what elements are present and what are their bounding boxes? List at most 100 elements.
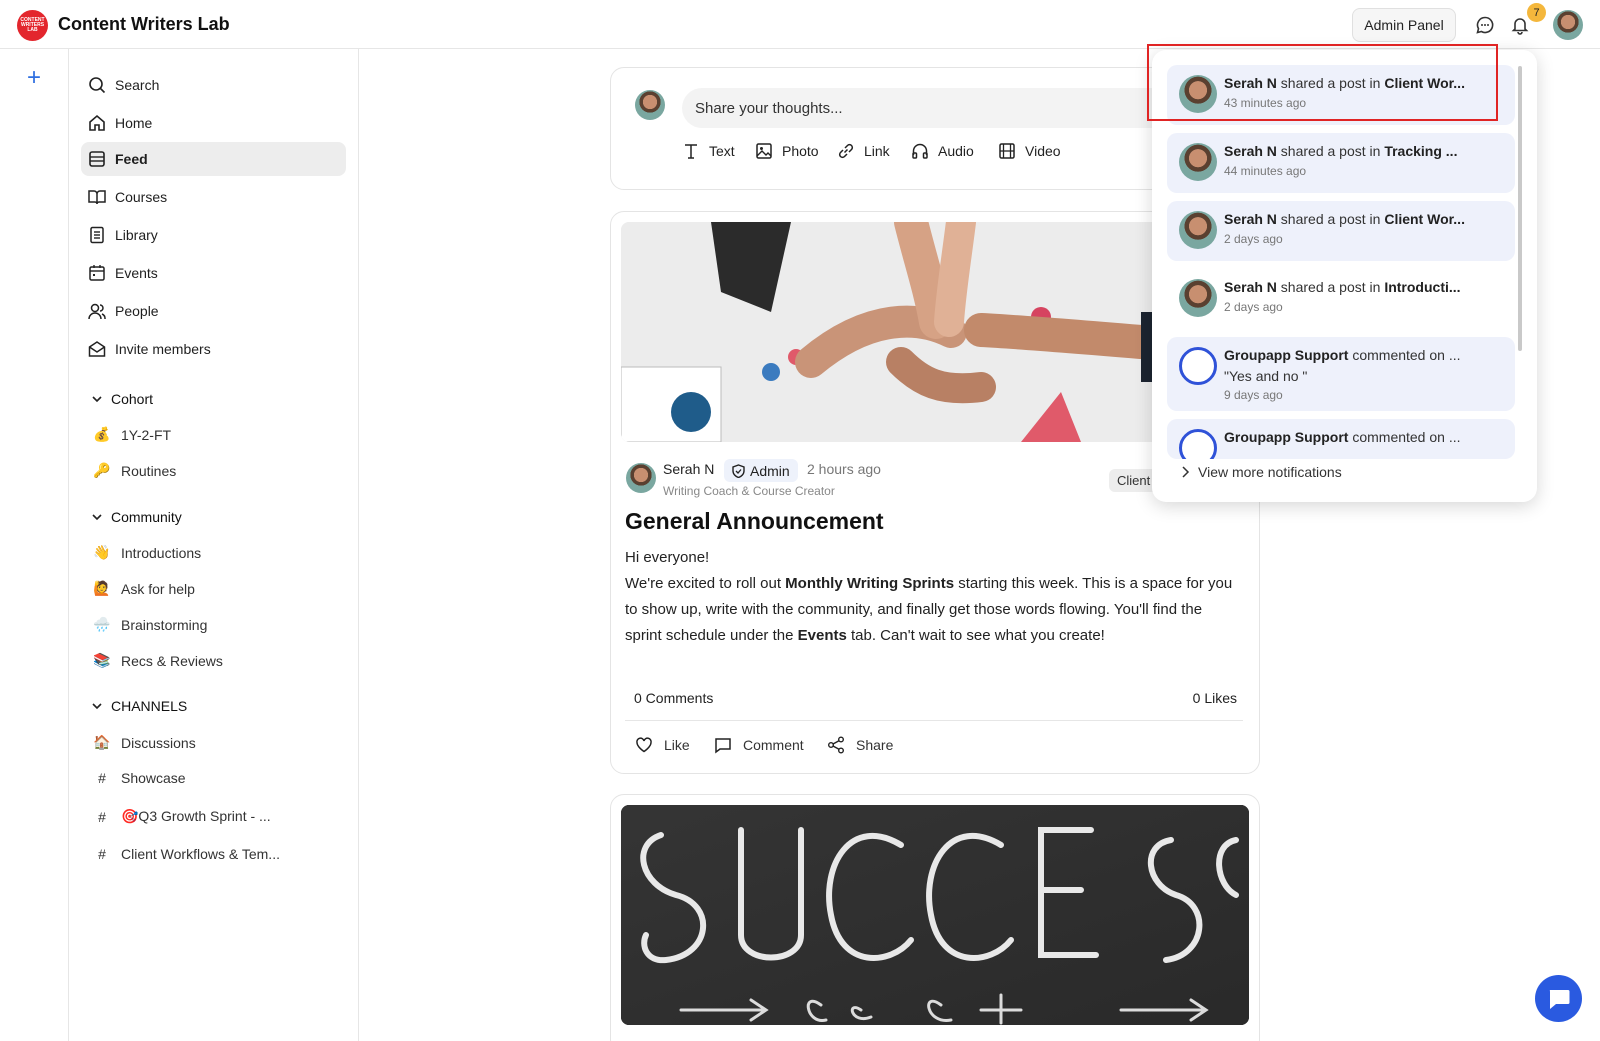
post-body-text: We're excited to roll out (625, 575, 786, 592)
notification-verb: commented on ... (1348, 347, 1461, 363)
comment-button[interactable]: Comment (714, 736, 804, 754)
raised-hand-icon: 🙋 (93, 580, 111, 596)
notification-actor: Groupapp Support (1224, 347, 1349, 363)
author-role: Writing Coach & Course Creator (663, 484, 835, 498)
notification-text: Serah N shared a post in Tracking ... (1224, 143, 1504, 159)
section-header-channels[interactable]: CHANNELS (91, 698, 187, 714)
comment-icon (715, 738, 731, 754)
envelope-icon (88, 341, 106, 357)
post-type-link[interactable]: Link (837, 142, 890, 160)
chat-bubble-icon (1549, 989, 1569, 1009)
sidebar-item-events[interactable]: Events (81, 256, 346, 290)
link-icon (838, 143, 854, 159)
post-body-bold: Events (797, 627, 847, 644)
post-body-bold: Monthly Writing Sprints (785, 575, 955, 592)
sidebar-item-feed[interactable]: Feed (81, 142, 346, 176)
section-header-cohort[interactable]: Cohort (91, 391, 153, 407)
logo-text: CONTENT WRITERS LAB (20, 17, 45, 33)
community-item-introductions[interactable]: 👋 Introductions (93, 544, 201, 561)
sidebar-item-label: Home (115, 115, 153, 131)
sidebar-item-people[interactable]: People (81, 294, 346, 328)
channel-item-discussions[interactable]: 🏠 Discussions (93, 734, 196, 751)
view-more-notifications-link[interactable]: View more notifications (1180, 460, 1510, 484)
post-title: General Announcement (625, 508, 884, 534)
cohort-item-1y-2-ft[interactable]: 💰 1Y-2-FT (93, 426, 171, 443)
notification-time: 44 minutes ago (1224, 164, 1307, 178)
notification-text: Groupapp Support commented on ... (1224, 429, 1504, 445)
sidebar-item-label: Events (115, 265, 158, 281)
plus-icon[interactable]: + (22, 66, 46, 91)
post-type-label: Link (864, 143, 890, 159)
sidebar-item-invite-members[interactable]: Invite members (81, 332, 346, 366)
post-image[interactable] (621, 805, 1249, 1025)
admin-panel-button[interactable]: Admin Panel (1352, 8, 1456, 42)
search-icon (89, 77, 106, 94)
post-body-paragraph: We're excited to roll out Monthly Writin… (625, 571, 1235, 649)
app-title[interactable]: Content Writers Lab (58, 14, 230, 35)
likes-count[interactable]: 0 Likes (1193, 690, 1237, 706)
section-title: CHANNELS (111, 698, 188, 714)
notification-item[interactable]: Serah N shared a post in Client Wor... 2… (1167, 201, 1515, 261)
author-name[interactable]: Serah N (663, 461, 714, 477)
sidebar-item-library[interactable]: Library (81, 218, 346, 252)
chat-icon[interactable] (1473, 13, 1497, 37)
post-body-line: Hi everyone! (625, 549, 710, 566)
post-body-text: tab. Can't wait to see what you create! (846, 627, 1105, 644)
user-avatar[interactable] (1553, 10, 1583, 40)
item-label: 1Y-2-FT (121, 426, 172, 443)
notification-time: 2 days ago (1224, 300, 1283, 314)
post-type-photo[interactable]: Photo (755, 142, 819, 160)
action-label: Like (664, 737, 690, 753)
notification-item[interactable]: Serah N shared a post in Introducti... 2… (1167, 269, 1515, 329)
channel-item-q3-growth-sprint[interactable]: # 🎯Q3 Growth Sprint - ... (93, 808, 271, 825)
shield-icon (732, 463, 745, 478)
share-button[interactable]: Share (827, 736, 893, 754)
post-type-video[interactable]: Video (998, 142, 1061, 160)
comments-count[interactable]: 0 Comments (634, 690, 713, 706)
post-type-audio[interactable]: Audio (911, 142, 974, 160)
action-label: Share (856, 737, 894, 753)
notification-item[interactable]: Serah N shared a post in Tracking ... 44… (1167, 133, 1515, 193)
notification-item[interactable]: Groupapp Support commented on ... (1167, 419, 1515, 459)
community-item-ask-for-help[interactable]: 🙋 Ask for help (93, 580, 195, 597)
community-item-brainstorming[interactable]: 🌧️ Brainstorming (93, 616, 207, 633)
notification-target: Client Wor... (1384, 211, 1465, 227)
item-label: 🎯Q3 Growth Sprint - ... (121, 808, 271, 824)
notification-item[interactable]: Groupapp Support commented on ... "Yes a… (1167, 337, 1515, 411)
view-more-label: View more notifications (1198, 464, 1342, 480)
sidebar-item-courses[interactable]: Courses (81, 180, 346, 214)
section-title: Cohort (111, 391, 154, 407)
notifications-scrollbar[interactable] (1518, 66, 1522, 351)
item-label: Introductions (121, 544, 202, 561)
home-icon (89, 114, 105, 131)
notification-avatar (1179, 143, 1217, 181)
notification-count-badge: 7 (1527, 3, 1546, 22)
sidebar-item-home[interactable]: Home (81, 106, 346, 140)
books-icon: 📚 (93, 652, 111, 668)
channel-item-client-workflows[interactable]: # Client Workflows & Tem... (93, 846, 280, 862)
section-header-community[interactable]: Community (91, 509, 182, 525)
left-rail: + (0, 49, 69, 1041)
sidebar-item-search[interactable]: Search (81, 68, 346, 102)
hash-icon: # (98, 808, 106, 825)
composer-avatar (635, 90, 665, 120)
notification-target: Tracking ... (1384, 143, 1458, 159)
chat-launcher-button[interactable] (1535, 975, 1582, 1022)
item-label: Ask for help (121, 580, 195, 597)
chevron-down-icon (92, 703, 102, 710)
notification-time: 9 days ago (1224, 388, 1283, 402)
like-button[interactable]: Like (635, 736, 690, 754)
post-time: 2 hours ago (807, 461, 881, 477)
author-avatar[interactable] (626, 463, 656, 493)
post-type-text[interactable]: Text (682, 142, 735, 160)
post-type-label: Audio (938, 143, 974, 159)
post-counts: 0 Comments 0 Likes (634, 690, 1237, 706)
notification-avatar (1179, 279, 1217, 317)
channel-item-showcase[interactable]: # Showcase (93, 770, 186, 786)
item-label: Discussions (121, 734, 196, 751)
app-logo[interactable]: CONTENT WRITERS LAB (17, 10, 48, 41)
admin-badge: Admin (724, 459, 798, 482)
community-item-recs-reviews[interactable]: 📚 Recs & Reviews (93, 652, 223, 669)
cohort-item-routines[interactable]: 🔑 Routines (93, 462, 176, 479)
post-type-label: Photo (782, 143, 819, 159)
